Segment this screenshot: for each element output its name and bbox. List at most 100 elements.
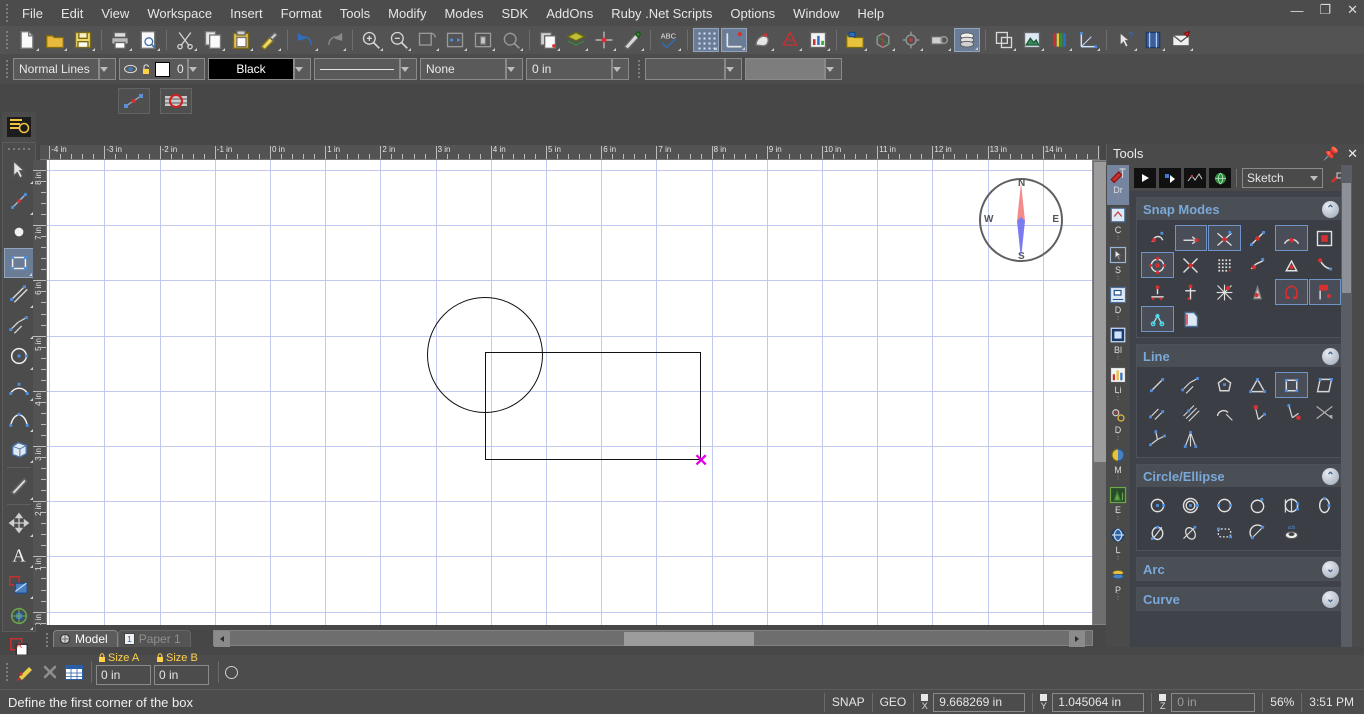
render-stack-button[interactable] bbox=[954, 28, 980, 52]
geo-toggle[interactable]: GEO bbox=[871, 692, 914, 712]
color-combo[interactable]: Black bbox=[208, 58, 294, 80]
linetype-combo-arrow[interactable] bbox=[400, 58, 417, 80]
spell-check-button[interactable]: ABC bbox=[656, 28, 682, 52]
open-folder-button[interactable] bbox=[42, 28, 68, 52]
menu-format[interactable]: Format bbox=[272, 2, 331, 25]
canvas-horizontal-scrollbar[interactable] bbox=[213, 630, 1093, 646]
snap-intersection-icon[interactable] bbox=[1175, 252, 1208, 278]
pin-icon[interactable]: 📌 bbox=[1323, 146, 1339, 162]
lock-icon[interactable] bbox=[156, 653, 164, 663]
sizebar-grip[interactable] bbox=[2, 661, 11, 683]
size-b-input[interactable]: 0 in bbox=[154, 665, 209, 685]
menu-insert[interactable]: Insert bbox=[221, 2, 272, 25]
format-painter-button[interactable] bbox=[256, 28, 282, 52]
rp-tab-3d[interactable]: P ⋮ bbox=[1107, 565, 1129, 605]
tool-hatch[interactable] bbox=[4, 570, 34, 600]
tool-solid-box[interactable] bbox=[4, 434, 34, 464]
entity-snap-flyout[interactable] bbox=[118, 88, 150, 114]
circle-center-radius-icon[interactable] bbox=[1141, 492, 1174, 518]
snap-tracking-icon[interactable] bbox=[1141, 306, 1174, 332]
snap-toggle[interactable]: SNAP bbox=[823, 692, 872, 712]
chevron-up-icon[interactable]: ⌃ bbox=[1322, 200, 1339, 218]
circle-2point-icon[interactable] bbox=[1242, 492, 1275, 518]
snap-cone-icon[interactable] bbox=[1242, 279, 1275, 305]
draw-toolbar-grip[interactable] bbox=[5, 145, 33, 153]
tools-panel-scroll-thumb[interactable] bbox=[1342, 183, 1351, 293]
tool-rectangle[interactable] bbox=[4, 248, 34, 278]
snap-perpendicular-icon[interactable] bbox=[1309, 252, 1342, 278]
tool-arc[interactable] bbox=[4, 372, 34, 402]
chevron-down-icon[interactable]: ⌄ bbox=[1322, 590, 1339, 608]
lineweight-combo-arrow[interactable] bbox=[506, 58, 523, 80]
concentric-circles-icon[interactable] bbox=[1175, 492, 1208, 518]
tabstrip-grip[interactable] bbox=[42, 633, 51, 647]
donut-icon[interactable]: a:b bbox=[1275, 519, 1308, 545]
select-point-icon[interactable] bbox=[1159, 168, 1181, 188]
drawing-canvas[interactable]: ✕ N S E W bbox=[47, 160, 1092, 625]
multi-line-icon[interactable] bbox=[1175, 399, 1208, 425]
render-shape-button[interactable] bbox=[749, 28, 775, 52]
textstyle-combo[interactable] bbox=[645, 58, 725, 80]
scroll-left-button[interactable] bbox=[214, 631, 230, 647]
tool-text[interactable]: A bbox=[4, 539, 34, 569]
menu-window[interactable]: Window bbox=[784, 2, 848, 25]
property-grip[interactable] bbox=[2, 58, 11, 80]
lock-icon[interactable] bbox=[98, 653, 106, 663]
menu-workspace[interactable]: Workspace bbox=[138, 2, 221, 25]
book-button[interactable] bbox=[1140, 28, 1166, 52]
layer-combo-arrow[interactable] bbox=[99, 58, 116, 80]
menu-modes[interactable]: Modes bbox=[435, 2, 492, 25]
help-pointer-button[interactable]: ? bbox=[1112, 28, 1138, 52]
open-project-button[interactable] bbox=[842, 28, 868, 52]
maximize-button[interactable]: ❐ bbox=[1315, 2, 1335, 18]
snap-center-icon[interactable] bbox=[1275, 225, 1308, 251]
polygon-icon[interactable] bbox=[1208, 372, 1241, 398]
ellipse-arc-icon[interactable] bbox=[1242, 519, 1275, 545]
size-bar-pen[interactable] bbox=[13, 660, 39, 684]
left-toolbar-header[interactable] bbox=[2, 112, 36, 142]
rp-tab-dimension[interactable]: D ⋮ bbox=[1107, 285, 1129, 325]
pen-draw-button[interactable] bbox=[619, 28, 645, 52]
chevron-up-icon[interactable]: ⌃ bbox=[1322, 347, 1339, 365]
menu-sdk[interactable]: SDK bbox=[492, 2, 537, 25]
menu-ruby-net-scripts[interactable]: Ruby .Net Scripts bbox=[602, 2, 721, 25]
tab-paper-1[interactable]: 1 Paper 1 bbox=[117, 630, 191, 647]
tool-wedge[interactable] bbox=[4, 471, 34, 501]
coord-y-input[interactable]: 1.045064 in bbox=[1052, 692, 1145, 712]
tool-block[interactable] bbox=[4, 601, 34, 631]
mail-button[interactable] bbox=[1168, 28, 1194, 52]
tool-polyline[interactable] bbox=[4, 310, 34, 340]
size-bar-cancel[interactable] bbox=[39, 660, 61, 684]
rectangle-box-icon[interactable] bbox=[1275, 372, 1308, 398]
explode-button[interactable] bbox=[591, 28, 617, 52]
drawn-rectangle[interactable] bbox=[485, 352, 701, 460]
snap-magnet-icon[interactable] bbox=[1275, 279, 1308, 305]
rounded-rect-icon[interactable] bbox=[1208, 519, 1241, 545]
size-bar-table[interactable] bbox=[61, 660, 87, 684]
snap-endpoint-icon[interactable] bbox=[1174, 225, 1207, 251]
zoom-window-button[interactable] bbox=[414, 28, 440, 52]
tools-panel-scrollbar[interactable] bbox=[1341, 165, 1352, 647]
section-snap-modes-header[interactable]: Snap Modes ⌃ bbox=[1137, 198, 1345, 220]
zoom-level[interactable]: 56% bbox=[1262, 692, 1301, 712]
menu-file[interactable]: File bbox=[13, 2, 52, 25]
rp-tab-view[interactable]: M ⋮ bbox=[1107, 445, 1129, 485]
tool-point[interactable] bbox=[4, 186, 34, 216]
tool-line[interactable] bbox=[4, 279, 34, 309]
camera-button[interactable] bbox=[926, 28, 952, 52]
tool-circle[interactable] bbox=[4, 341, 34, 371]
tool-move[interactable] bbox=[4, 508, 34, 538]
rp-tab-select[interactable]: S ⋮ bbox=[1107, 245, 1129, 285]
zoom-previous-button[interactable] bbox=[470, 28, 496, 52]
snap-point-icon[interactable] bbox=[1242, 225, 1275, 251]
rp-tab-draw[interactable]: Dr ⋮ bbox=[1107, 165, 1129, 205]
rp-tab-layers[interactable]: Li ⋮ bbox=[1107, 365, 1129, 405]
paste-button[interactable] bbox=[228, 28, 254, 52]
menu-grip[interactable] bbox=[2, 2, 11, 24]
rp-tab-landscape[interactable]: E ⋮ bbox=[1107, 485, 1129, 525]
linetype-combo[interactable] bbox=[314, 58, 400, 80]
parallelogram-icon[interactable] bbox=[1309, 372, 1342, 398]
layer-manager-button[interactable] bbox=[563, 28, 589, 52]
section-circle-ellipse-header[interactable]: Circle/Ellipse ⌃ bbox=[1137, 465, 1345, 487]
copy-properties-button[interactable] bbox=[535, 28, 561, 52]
